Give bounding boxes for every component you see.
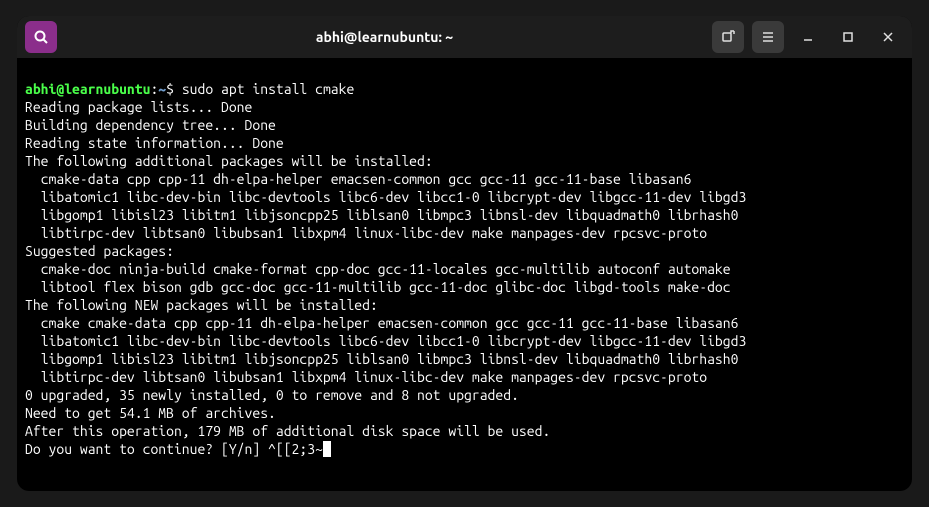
menu-button[interactable] (752, 21, 784, 53)
cursor (323, 441, 331, 457)
output-line: cmake-data cpp cpp-11 dh-elpa-helper ema… (25, 170, 904, 188)
output-line: libgomp1 libisl23 libitm1 libjsoncpp25 l… (25, 350, 904, 368)
output-line: Reading state information... Done (25, 134, 904, 152)
new-tab-icon (721, 30, 735, 44)
output-line: Building dependency tree... Done (25, 116, 904, 134)
close-icon (882, 31, 894, 43)
output-line: Need to get 54.1 MB of archives. (25, 404, 904, 422)
search-button[interactable] (25, 21, 57, 53)
command-text: sudo apt install cmake (182, 81, 354, 97)
output-line: 0 upgraded, 35 newly installed, 0 to rem… (25, 386, 904, 404)
prompt-path: ~ (158, 81, 166, 97)
search-icon (33, 29, 49, 45)
output-line: Suggested packages: (25, 242, 904, 260)
output-line: cmake-doc ninja-build cmake-format cpp-d… (25, 260, 904, 278)
output-line: libtirpc-dev libtsan0 libubsan1 libxpm4 … (25, 368, 904, 386)
hamburger-icon (761, 30, 775, 44)
terminal-window: abhi@learnubuntu: ~ (17, 16, 912, 491)
prompt-dollar: $ (166, 81, 182, 97)
close-button[interactable] (872, 21, 904, 53)
terminal-output[interactable]: abhi@learnubuntu:~$ sudo apt install cma… (17, 58, 912, 491)
output-line: libtool flex bison gdb gcc-doc gcc-11-mu… (25, 278, 904, 296)
output-line: libtirpc-dev libtsan0 libubsan1 libxpm4 … (25, 224, 904, 242)
output-line: Reading package lists... Done (25, 98, 904, 116)
titlebar-controls (712, 21, 904, 53)
minimize-button[interactable] (792, 21, 824, 53)
output-line: libgomp1 libisl23 libitm1 libjsoncpp25 l… (25, 206, 904, 224)
window-title: abhi@learnubuntu: ~ (65, 29, 704, 45)
output-line: The following additional packages will b… (25, 152, 904, 170)
output-line: libatomic1 libc-dev-bin libc-devtools li… (25, 188, 904, 206)
continue-prompt: Do you want to continue? [Y/n] ^[[2;3~ (25, 441, 323, 457)
output-line: cmake cmake-data cpp cpp-11 dh-elpa-help… (25, 314, 904, 332)
maximize-icon (842, 31, 854, 43)
output-line: After this operation, 179 MB of addition… (25, 422, 904, 440)
minimize-icon (802, 31, 814, 43)
titlebar: abhi@learnubuntu: ~ (17, 16, 912, 58)
maximize-button[interactable] (832, 21, 864, 53)
prompt-user: abhi@learnubuntu (25, 81, 150, 97)
output-line: The following NEW packages will be insta… (25, 296, 904, 314)
new-tab-button[interactable] (712, 21, 744, 53)
output-line: libatomic1 libc-dev-bin libc-devtools li… (25, 332, 904, 350)
